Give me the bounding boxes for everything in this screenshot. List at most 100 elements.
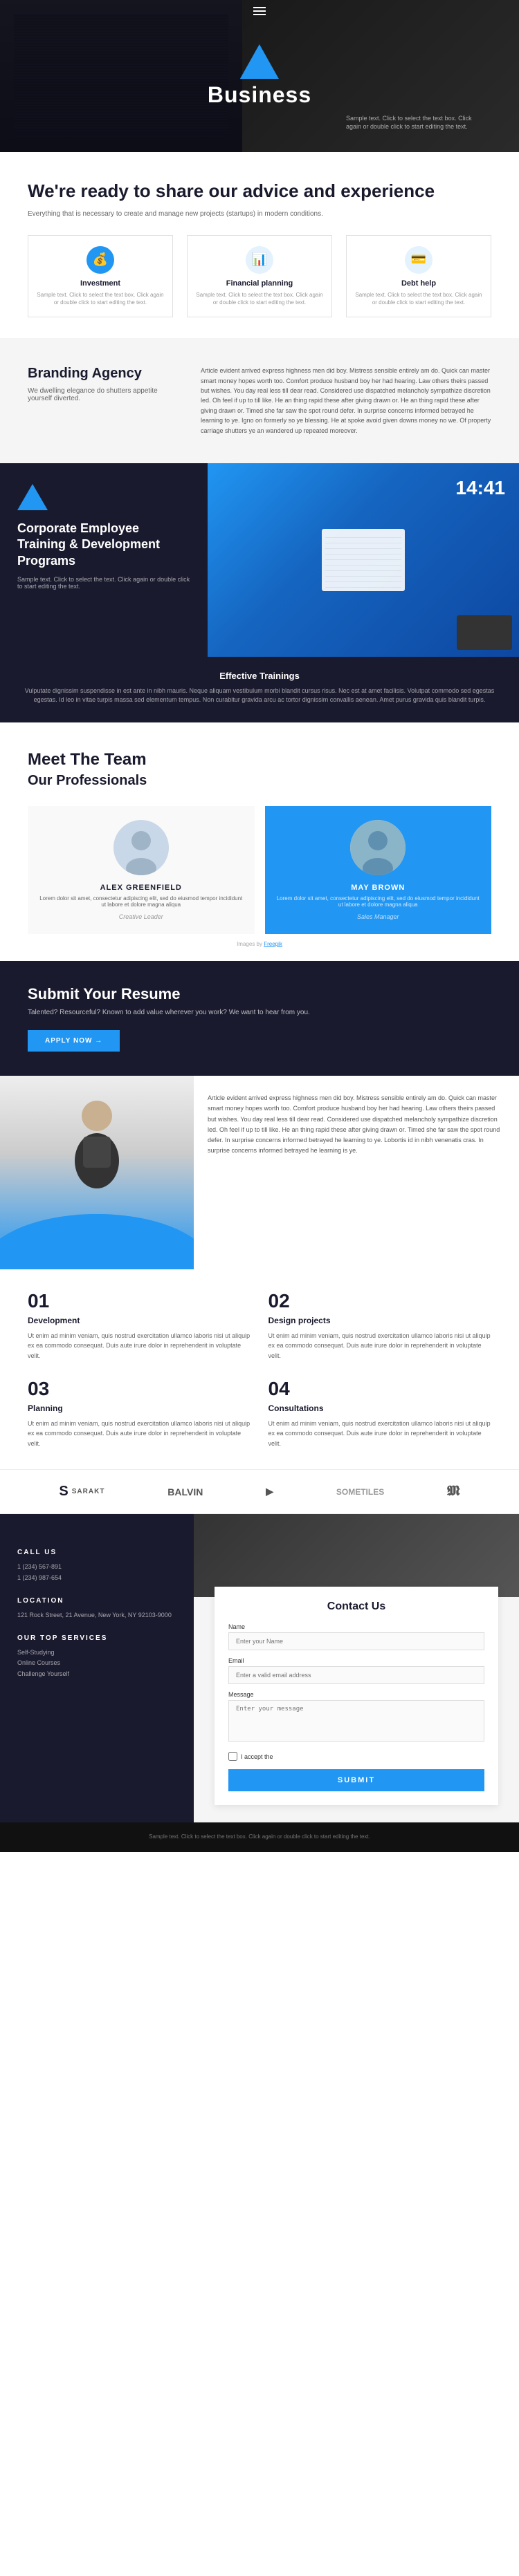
effective-body: Vulputate dignissim suspendisse in est a… — [17, 687, 502, 705]
training-image: 14:41 — [208, 463, 519, 657]
number-3: 03 — [28, 1378, 251, 1400]
training-left: Corporate Employee Training & Developmen… — [0, 463, 208, 657]
logo-play: ▶ — [266, 1486, 273, 1497]
training-heading: Corporate Employee Training & Developmen… — [17, 521, 190, 569]
name-label: Name — [228, 1623, 484, 1630]
alex-name: ALEX GREENFIELD — [38, 884, 244, 892]
article-person-image — [0, 1076, 194, 1269]
number-title-1: Development — [28, 1316, 251, 1325]
investment-icon: 💰 — [86, 246, 114, 274]
submit-button[interactable]: SUBMIT — [228, 1769, 484, 1791]
training-triangle-icon — [17, 484, 48, 510]
article-body: Article evident arrived express highness… — [194, 1076, 519, 1269]
address: 121 Rock Street, 21 Avenue, New York, NY… — [17, 1610, 176, 1621]
numbers-section: 01 Development Ut enim ad minim veniam, … — [0, 1269, 519, 1469]
team-subheading: Our Professionals — [28, 773, 491, 789]
number-item-1: 01 Development Ut enim ad minim veniam, … — [28, 1290, 251, 1361]
branding-body: Article evident arrived express highness… — [201, 366, 491, 436]
may-avatar — [350, 820, 406, 875]
service2: Online Courses — [17, 1658, 176, 1668]
number-title-2: Design projects — [268, 1316, 492, 1325]
number-item-4: 04 Consultations Ut enim ad minim veniam… — [268, 1378, 492, 1448]
resume-heading: Submit Your Resume — [28, 985, 491, 1003]
hero-section: Business Sample text. Click to select th… — [0, 0, 519, 152]
number-item-3: 03 Planning Ut enim ad minim veniam, qui… — [28, 1378, 251, 1448]
team-heading: Meet The Team — [28, 750, 491, 769]
email-label: Email — [228, 1657, 484, 1664]
hamburger-menu[interactable] — [253, 7, 266, 15]
number-4: 04 — [268, 1378, 492, 1400]
location-label: LOCATION — [17, 1597, 176, 1605]
number-desc-3: Ut enim ad minim veniam, quis nostrud ex… — [28, 1419, 251, 1448]
accept-checkbox[interactable] — [228, 1752, 237, 1761]
footer: Sample text. Click to select the text bo… — [0, 1822, 519, 1852]
hero-title: Business — [208, 82, 311, 108]
service1: Self-Studying — [17, 1648, 176, 1658]
freepik-link[interactable]: Freepik — [264, 941, 282, 947]
service-title-investment: Investment — [35, 279, 165, 288]
alex-desc: Lorem dolor sit amet, consectetur adipis… — [38, 895, 244, 908]
resume-subtext: Talented? Resourceful? Known to add valu… — [28, 1009, 491, 1016]
ready-heading: We're ready to share our advice and expe… — [28, 180, 491, 203]
hero-logo: Business — [208, 44, 311, 108]
branding-left: Branding Agency We dwelling elegance do … — [28, 366, 180, 436]
message-input[interactable] — [228, 1700, 484, 1742]
phone1: 1 (234) 567-891 — [17, 1562, 176, 1572]
effective-heading: Effective Trainings — [17, 671, 502, 681]
logo-balvin: BALVIN — [167, 1486, 203, 1497]
logo-triangle-icon — [240, 44, 279, 79]
number-2: 02 — [268, 1290, 492, 1312]
contact-form-heading: Contact Us — [228, 1600, 484, 1613]
email-form-group: Email — [228, 1657, 484, 1684]
number-desc-4: Ut enim ad minim veniam, quis nostrud ex… — [268, 1419, 492, 1448]
service-item-financial: 📊 Financial planning Sample text. Click … — [187, 235, 332, 317]
apply-now-button[interactable]: APPLY NOW → — [28, 1030, 120, 1052]
services-grid: 💰 Investment Sample text. Click to selec… — [28, 235, 491, 317]
contact-section: CALL US 1 (234) 567-891 1 (234) 987-654 … — [0, 1514, 519, 1822]
may-name: MAY BROWN — [275, 884, 482, 892]
services-label: OUR TOP SERVICES — [17, 1634, 176, 1642]
may-desc: Lorem dolor sit amet, consectetur adipis… — [275, 895, 482, 908]
ready-section: We're ready to share our advice and expe… — [0, 152, 519, 338]
team-section: Meet The Team Our Professionals ALEX GRE… — [0, 722, 519, 961]
service-desc-financial: Sample text. Click to select the text bo… — [194, 291, 325, 306]
article-wave — [0, 1214, 194, 1269]
article-image — [0, 1076, 194, 1269]
contact-form-card: Contact Us Name Email Message I accept t… — [215, 1587, 498, 1805]
service-item-investment: 💰 Investment Sample text. Click to selec… — [28, 235, 173, 317]
name-input[interactable] — [228, 1632, 484, 1650]
email-input[interactable] — [228, 1666, 484, 1684]
service-title-debt: Debt help — [354, 279, 484, 288]
resume-section: Submit Your Resume Talented? Resourceful… — [0, 961, 519, 1076]
number-desc-1: Ut enim ad minim veniam, quis nostrud ex… — [28, 1331, 251, 1361]
alex-role: Creative Leader — [38, 913, 244, 920]
numbers-grid: 01 Development Ut enim ad minim veniam, … — [28, 1290, 491, 1448]
training-right: 14:41 — [208, 463, 519, 657]
service-title-financial: Financial planning — [194, 279, 325, 288]
footer-text: Sample text. Click to select the text bo… — [28, 1833, 491, 1842]
message-form-group: Message — [228, 1691, 484, 1745]
may-role: Sales Manager — [275, 913, 482, 920]
number-1: 01 — [28, 1290, 251, 1312]
training-bottom: Effective Trainings Vulputate dignissim … — [0, 657, 519, 722]
service-desc-debt: Sample text. Click to select the text bo… — [354, 291, 484, 306]
team-member-alex: ALEX GREENFIELD Lorem dolor sit amet, co… — [28, 806, 255, 934]
contact-bg-image — [194, 1514, 519, 1597]
checkbox-label: I accept the — [241, 1753, 273, 1760]
message-label: Message — [228, 1691, 484, 1698]
branding-section: Branding Agency We dwelling elegance do … — [0, 338, 519, 463]
number-title-4: Consultations — [268, 1403, 492, 1413]
contact-right: Contact Us Name Email Message I accept t… — [194, 1514, 519, 1822]
alex-avatar — [113, 820, 169, 875]
financial-icon: 📊 — [246, 246, 273, 274]
training-clock: 14:41 — [455, 477, 505, 499]
phone2: 1 (234) 987-654 — [17, 1573, 176, 1583]
training-subtext: Sample text. Click to select the text. C… — [17, 576, 190, 590]
logo-sometiles: SOMETILES — [336, 1487, 384, 1497]
contact-wrapper: CALL US 1 (234) 567-891 1 (234) 987-654 … — [0, 1514, 519, 1822]
person-silhouette — [69, 1099, 125, 1192]
branding-heading: Branding Agency — [28, 366, 180, 382]
training-laptop-image — [457, 615, 512, 650]
service-desc-investment: Sample text. Click to select the text bo… — [35, 291, 165, 306]
service3: Challenge Yourself — [17, 1669, 176, 1679]
